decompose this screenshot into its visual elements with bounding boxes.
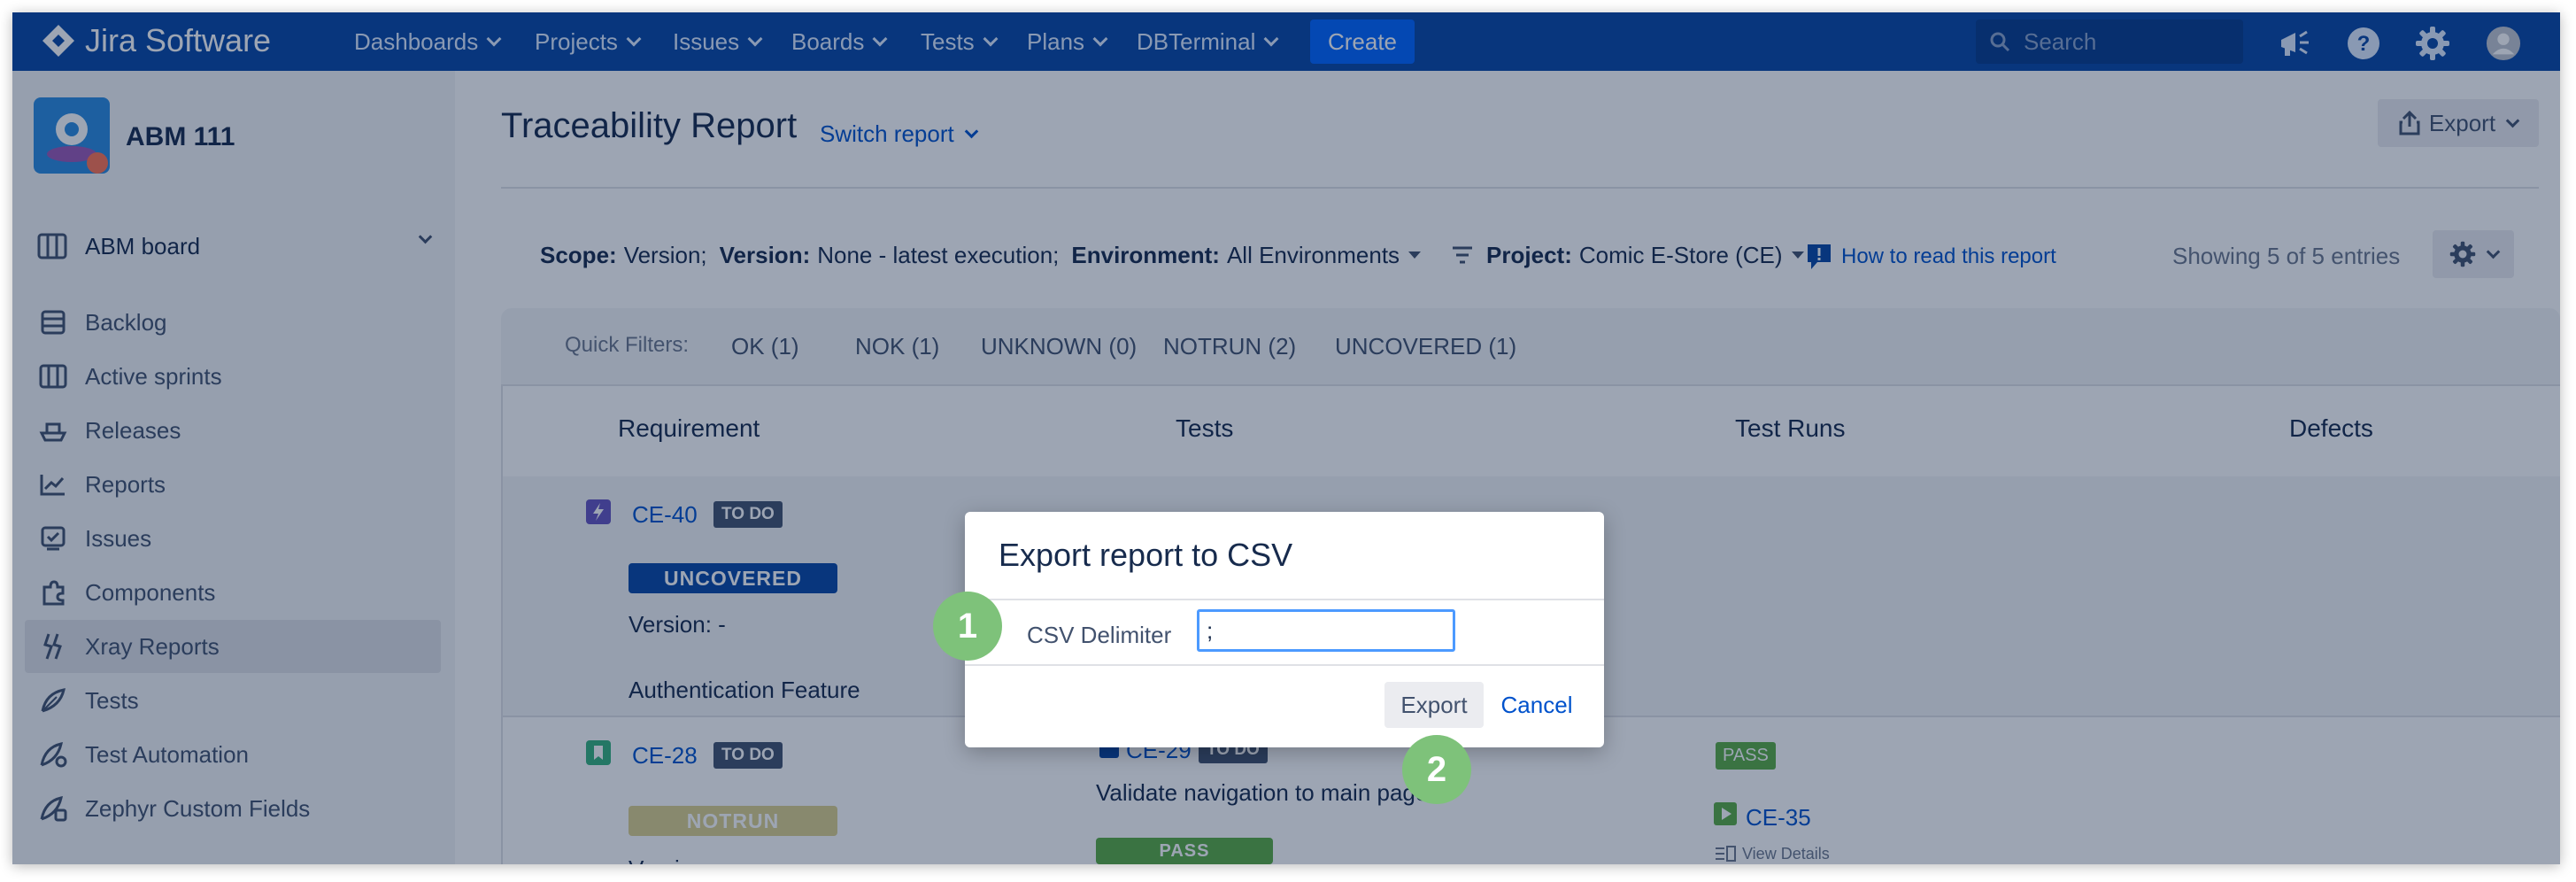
browser-frame: Jira Software Dashboards Projects Issues… [12, 12, 2560, 864]
csv-delimiter-input[interactable] [1197, 609, 1455, 652]
dialog-divider [965, 664, 1604, 666]
dialog-title: Export report to CSV [999, 537, 1293, 573]
dialog-divider [965, 599, 1604, 600]
callout-badge-2: 2 [1402, 735, 1471, 804]
callout-badge-1: 1 [933, 592, 1002, 661]
dialog-export-button[interactable]: Export [1384, 682, 1484, 728]
export-csv-dialog: Export report to CSV CSV Delimiter Expor… [965, 512, 1604, 747]
dialog-cancel-button[interactable]: Cancel [1494, 682, 1579, 728]
csv-delimiter-label: CSV Delimiter [1027, 622, 1172, 648]
